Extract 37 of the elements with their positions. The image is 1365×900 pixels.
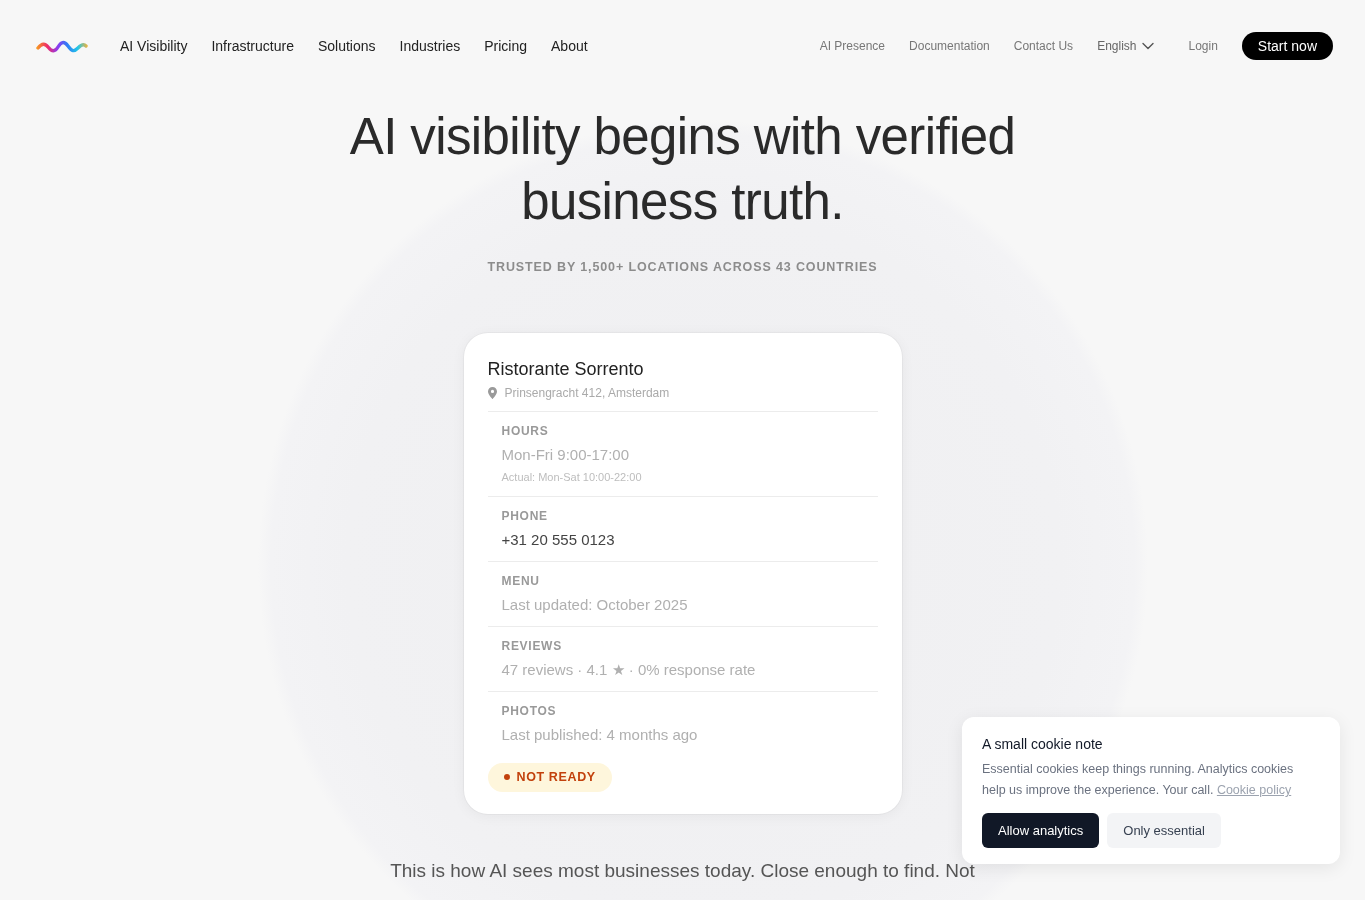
field-value: +31 20 555 0123 <box>501 529 616 550</box>
only-essential-button[interactable]: Only essential <box>1107 813 1221 848</box>
field-label: PHOTOS <box>501 702 558 719</box>
chevron-down-icon <box>1142 42 1155 50</box>
language-dropdown[interactable]: English <box>1097 37 1155 55</box>
field-value: 47 reviews · 4.1 ★ · 0% response rate <box>501 659 757 680</box>
nav-link[interactable]: Solutions <box>317 35 376 57</box>
start-now-button[interactable]: Start now <box>1241 32 1333 60</box>
field-value: Last published: 4 months ago <box>501 724 699 745</box>
cookie-title: A small cookie note <box>982 735 1104 753</box>
business-name: Ristorante Sorrento <box>487 357 645 381</box>
status-badge: NOT READY <box>487 762 612 792</box>
business-address: Prinsengracht 412, Amsterdam <box>504 384 670 401</box>
field-label: REVIEWS <box>501 637 563 654</box>
cookie-message: Essential cookies keep things running. Analytics cookies help us improve the experience. Your call. Cookie policy <box>982 761 1295 799</box>
nav-link[interactable]: Pricing <box>484 35 527 57</box>
wave-logo[interactable] <box>36 39 88 53</box>
login-link[interactable]: Login <box>1188 37 1218 55</box>
field-note: Actual: Mon-Sat 10:00-22:00 <box>501 469 643 485</box>
field-label: HOURS <box>501 422 550 439</box>
nav-link[interactable]: Infrastructure <box>211 35 294 57</box>
field-label: PHONE <box>501 507 549 524</box>
nav-link[interactable]: Contact Us <box>1013 37 1074 55</box>
nav-link[interactable]: Industries <box>399 35 461 57</box>
field-label: MENU <box>501 572 541 589</box>
trust-line: TRUSTED BY 1,500+ LOCATIONS ACROSS 43 COUNTRIES <box>486 259 879 276</box>
tagline-text: This is how AI sees most businesses today. Close enough to find. Not <box>389 858 976 883</box>
status-dot-icon <box>503 774 510 781</box>
nav-link[interactable]: AI Presence <box>819 37 886 55</box>
field-value: Mon-Fri 9:00-17:00 <box>501 444 631 465</box>
hero-heading: AI visibility begins with verified business truth. <box>348 107 1017 232</box>
allow-analytics-button[interactable]: Allow analytics <box>982 813 1100 848</box>
nav-link[interactable]: About <box>551 35 588 57</box>
field-value: Last updated: October 2025 <box>501 594 689 615</box>
map-pin-icon <box>487 386 497 399</box>
nav-link[interactable]: AI Visibility <box>120 35 188 57</box>
nav-link[interactable]: Documentation <box>909 37 990 55</box>
